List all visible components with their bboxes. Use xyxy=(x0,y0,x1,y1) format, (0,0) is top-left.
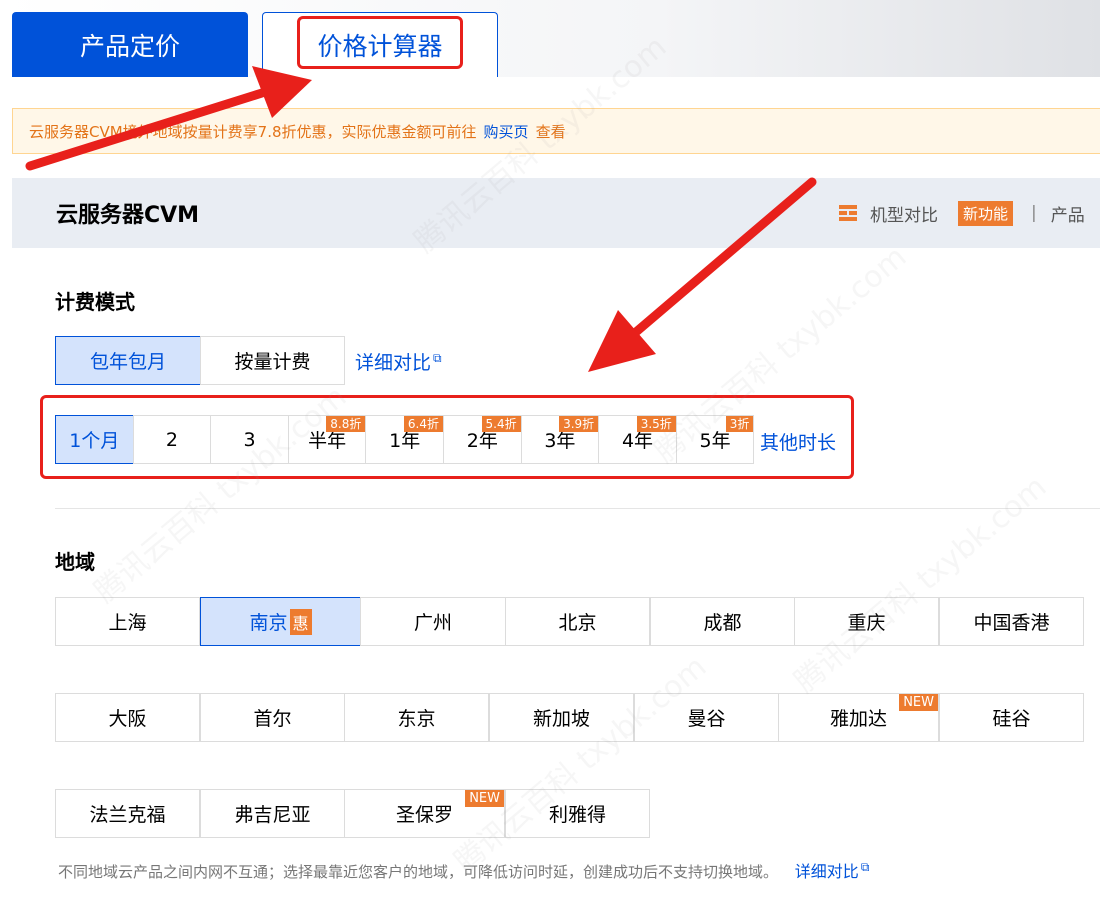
discount-tag: 惠 xyxy=(289,608,312,635)
section-divider xyxy=(55,508,1100,509)
billing-detail-label: 详细对比 xyxy=(355,352,432,374)
region-option[interactable]: 广州 xyxy=(360,597,506,646)
buy-page-link[interactable]: 购买页 xyxy=(484,121,529,142)
watermark: 腾讯云百科 txybk.com xyxy=(788,469,1054,700)
watermark: 腾讯云百科 txybk.com xyxy=(448,649,714,880)
region-option[interactable]: 曼谷 xyxy=(634,693,779,742)
region-label: 新加坡 xyxy=(532,708,590,730)
annotation-arrowhead-duration xyxy=(588,310,656,372)
region-label: 中国香港 xyxy=(973,612,1050,634)
billing-option-pay-as-you-go[interactable]: 按量计费 xyxy=(200,336,345,385)
header-separator: | xyxy=(1031,203,1037,223)
region-label: 圣保罗 xyxy=(395,804,453,826)
region-option[interactable]: 中国香港 xyxy=(939,597,1084,646)
notice-text: 云服务器CVM境外地域按量计费享7.8折优惠，实际优惠金额可前往 xyxy=(29,122,477,141)
region-label: 东京 xyxy=(397,708,436,730)
header-actions: 机型对比 新功能 | 产品 xyxy=(838,200,1085,226)
region-option[interactable]: 圣保罗 NEW xyxy=(344,789,505,838)
region-option[interactable]: 新加坡 xyxy=(489,693,634,742)
region-option[interactable]: 利雅得 xyxy=(505,789,650,838)
region-option[interactable]: 东京 xyxy=(344,693,489,742)
region-option[interactable]: 重庆 xyxy=(794,597,939,646)
region-label: 北京 xyxy=(558,612,597,634)
region-option[interactable]: 南京惠 xyxy=(200,597,361,646)
region-label: 曼谷 xyxy=(687,708,726,730)
new-feature-badge: 新功能 xyxy=(958,200,1014,226)
region-option[interactable]: 首尔 xyxy=(200,693,345,742)
region-label: 首尔 xyxy=(253,708,292,730)
region-option[interactable]: 弗吉尼亚 xyxy=(200,789,345,838)
billing-option-monthly[interactable]: 包年包月 xyxy=(55,336,201,385)
annotation-highlight-duration xyxy=(40,395,854,479)
model-compare-link[interactable]: 机型对比 xyxy=(870,201,938,226)
region-label: 大阪 xyxy=(108,708,147,730)
region-label: 雅加达 xyxy=(829,708,887,730)
region-option[interactable]: 上海 xyxy=(55,597,200,646)
region-label: 广州 xyxy=(413,612,452,634)
region-option[interactable]: 大阪 xyxy=(55,693,200,742)
product-header: 云服务器CVM 机型对比 新功能 | 产品 xyxy=(12,178,1100,248)
region-option[interactable]: 雅加达 NEW xyxy=(778,693,939,742)
product-title: 云服务器CVM xyxy=(56,203,200,228)
region-label: 重庆 xyxy=(847,612,886,634)
notice-suffix: 查看 xyxy=(535,122,566,141)
tab-product-pricing[interactable]: 产品定价 xyxy=(12,12,248,77)
region-label: 法兰克福 xyxy=(89,804,166,826)
promo-notice: 云服务器CVM境外地域按量计费享7.8折优惠，实际优惠金额可前往 购买页 查看 xyxy=(12,108,1100,154)
region-detail-compare-link[interactable]: 详细对比 ⧉ xyxy=(794,859,870,881)
region-option[interactable]: 硅谷 xyxy=(939,693,1084,742)
region-footnote-text: 不同地域云产品之间内网不互通；选择最靠近您客户的地域，可降低访问时延，创建成功后… xyxy=(58,863,779,881)
region-label: 南京 xyxy=(249,612,288,634)
compare-icon xyxy=(839,205,857,221)
region-label: 成都 xyxy=(703,612,742,634)
region-label: 弗吉尼亚 xyxy=(234,804,311,826)
region-detail-label: 详细对比 xyxy=(794,862,859,881)
region-footnote: 不同地域云产品之间内网不互通；选择最靠近您客户的地域，可降低访问时延，创建成功后… xyxy=(58,858,869,882)
region-option[interactable]: 法兰克福 xyxy=(55,789,200,838)
annotation-highlight-tab xyxy=(297,16,463,69)
region-option[interactable]: 成都 xyxy=(650,597,795,646)
region-option[interactable]: 北京 xyxy=(505,597,650,646)
region-label: 硅谷 xyxy=(992,708,1031,730)
new-region-badge: NEW xyxy=(465,790,504,807)
product-link-truncated[interactable]: 产品 xyxy=(1051,201,1085,226)
external-link-icon: ⧉ xyxy=(433,350,442,365)
external-link-icon: ⧉ xyxy=(860,859,870,874)
region-label: 利雅得 xyxy=(548,804,606,826)
billing-detail-compare-link[interactable]: 详细对比 ⧉ xyxy=(355,348,442,375)
new-region-badge: NEW xyxy=(899,694,938,711)
region-label: 上海 xyxy=(108,612,147,634)
billing-mode-title: 计费模式 xyxy=(55,290,135,314)
region-title: 地域 xyxy=(55,550,95,574)
